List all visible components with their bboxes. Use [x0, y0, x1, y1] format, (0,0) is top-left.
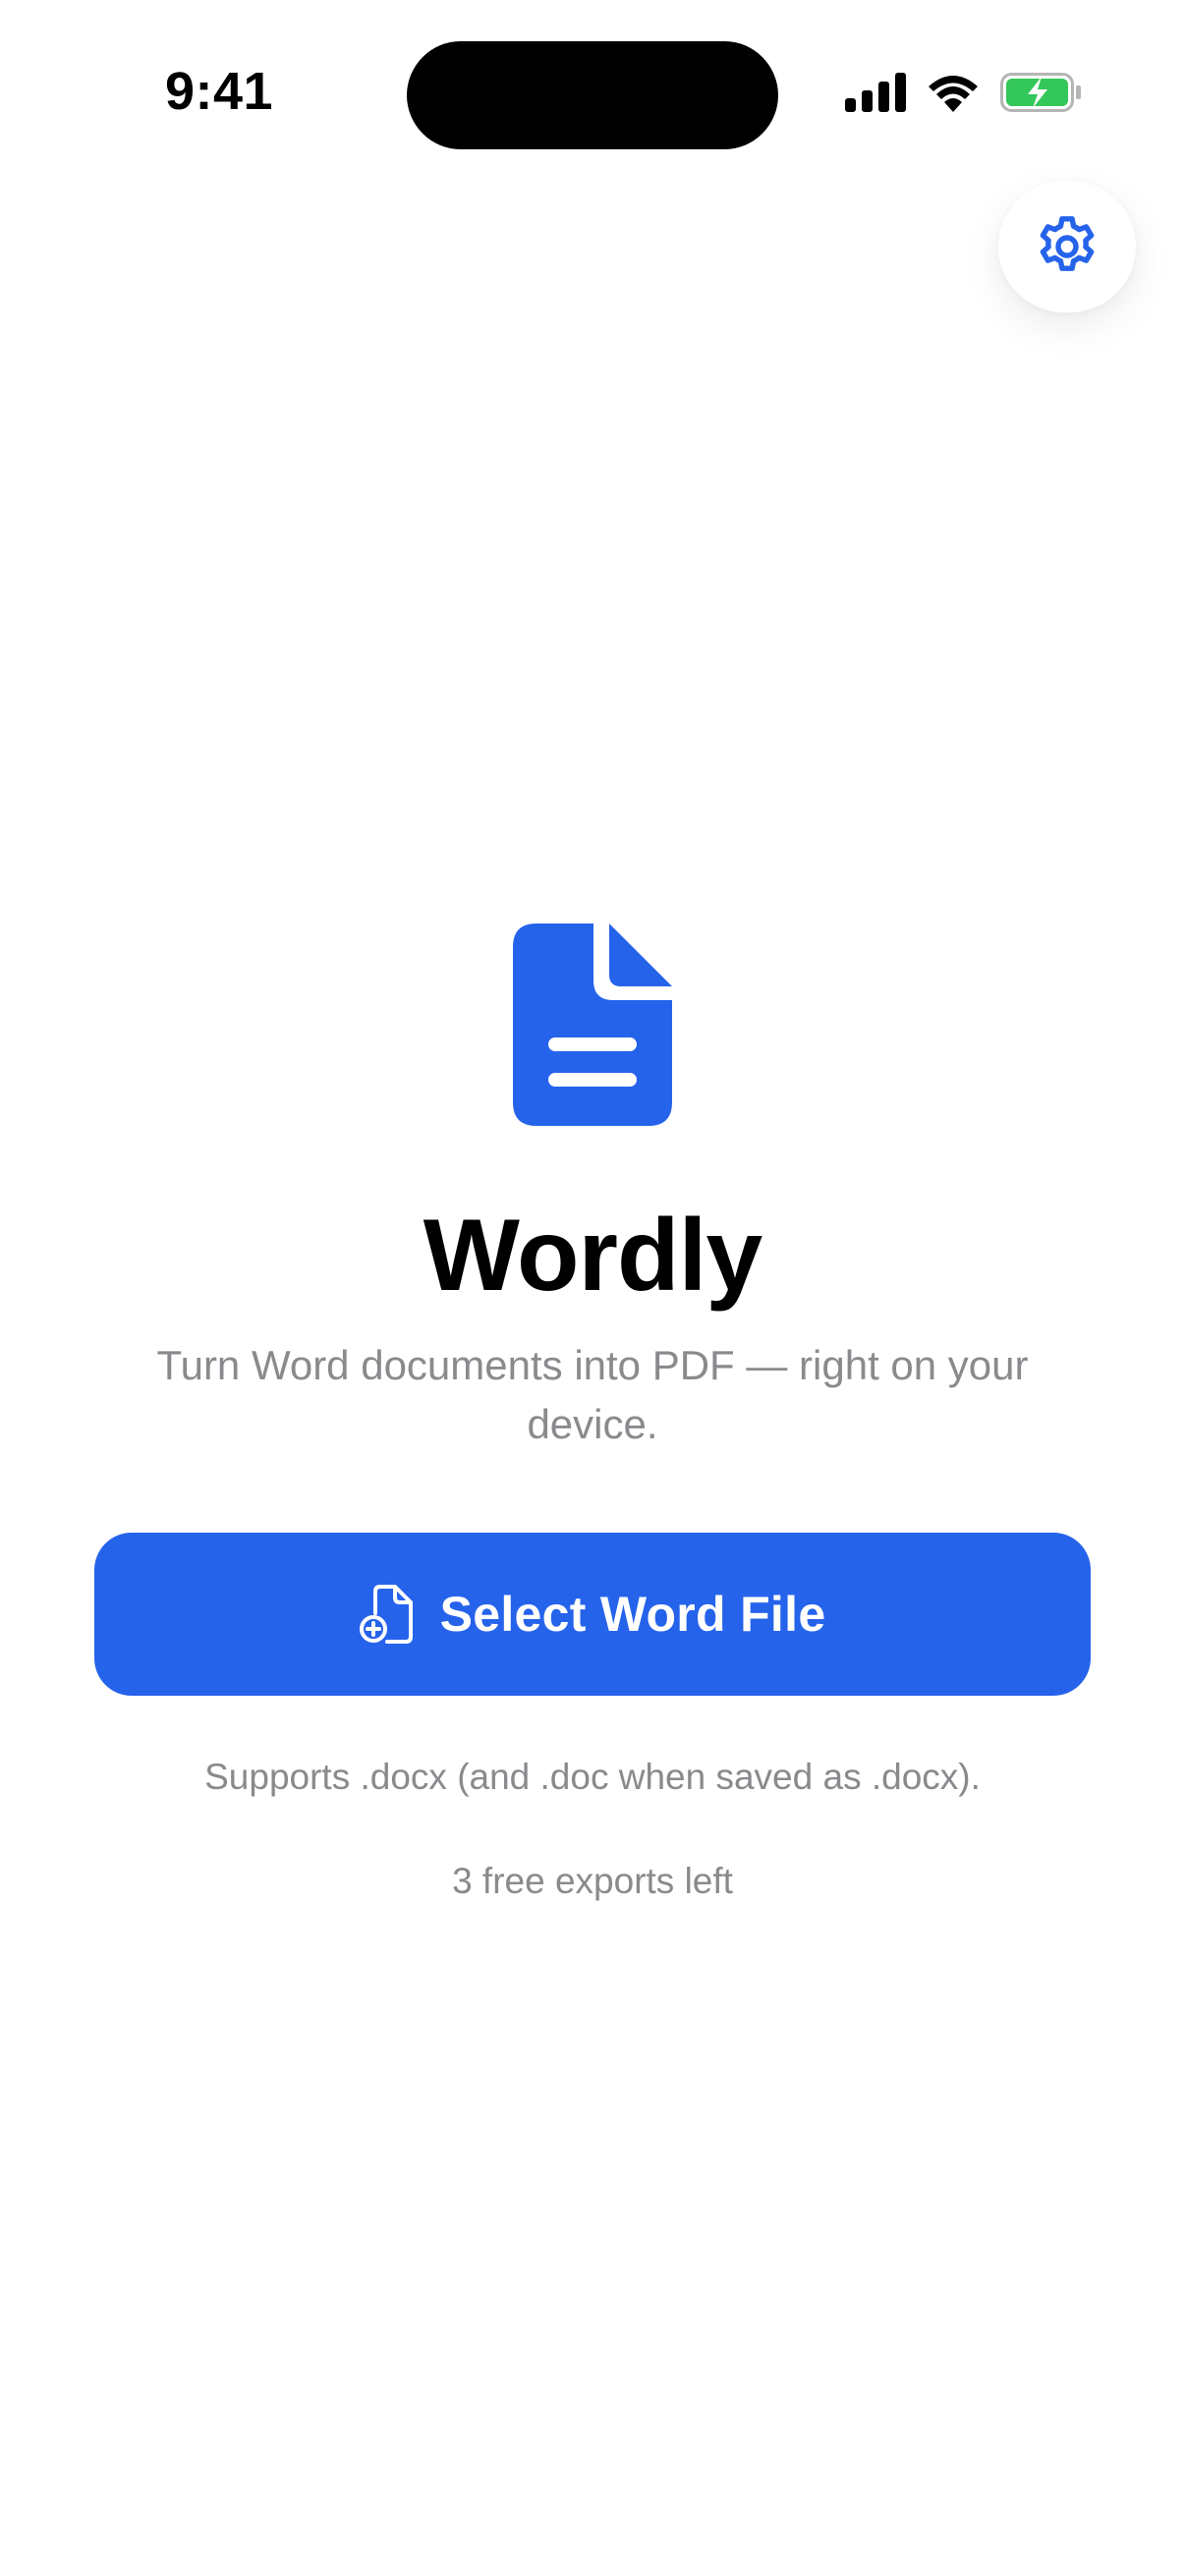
battery-charging-icon	[1000, 73, 1081, 112]
status-time: 9:41	[165, 62, 274, 121]
status-icons	[845, 73, 1083, 112]
app-title: Wordly	[423, 1199, 763, 1313]
supported-formats-note: Supports .docx (and .doc when saved as .…	[204, 1757, 981, 1797]
wifi-icon	[929, 76, 978, 112]
document-icon	[513, 924, 672, 1126]
dynamic-island	[407, 41, 778, 149]
select-word-file-button[interactable]: Select Word File	[94, 1533, 1091, 1696]
document-add-icon	[359, 1585, 413, 1644]
settings-button[interactable]	[998, 181, 1136, 312]
gear-icon	[1040, 216, 1095, 271]
cellular-signal-icon	[845, 73, 906, 112]
free-exports-counter: 3 free exports left	[452, 1861, 733, 1901]
app-subtitle: Turn Word documents into PDF — right on …	[156, 1342, 1029, 1447]
status-bar: 9:41	[0, 0, 1185, 196]
select-word-file-label: Select Word File	[439, 1587, 826, 1642]
